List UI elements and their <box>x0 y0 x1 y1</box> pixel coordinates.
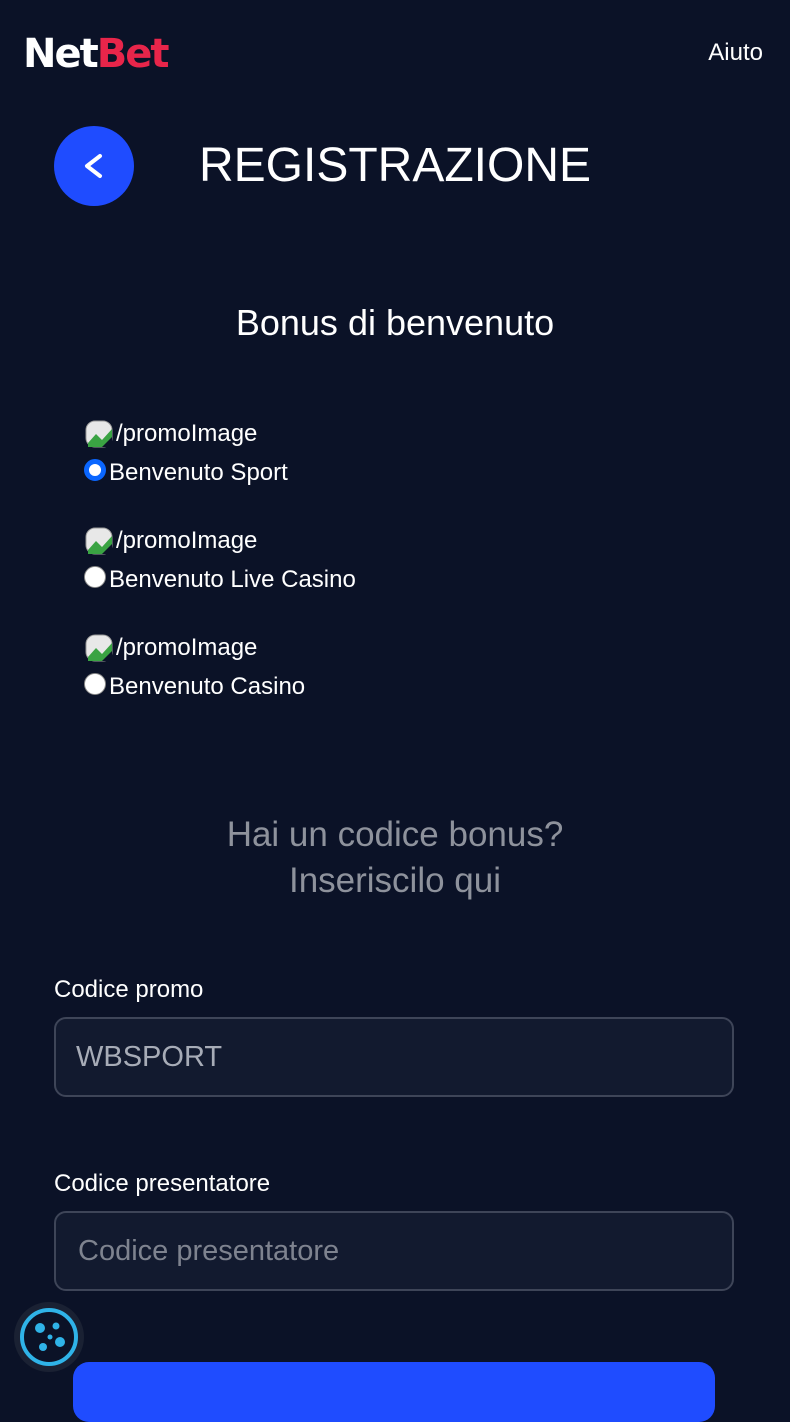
referrer-code-field[interactable] <box>54 1211 734 1291</box>
bonus-code-question: Hai un codice bonus? <box>226 815 564 854</box>
bonus-code-prompt: Hai un codice bonus? Inseriscilo qui <box>0 812 790 904</box>
promo-option-live-casino: /promoImage Benvenuto Live Casino <box>84 525 356 632</box>
radio-button-checked[interactable] <box>84 459 106 481</box>
page-title: REGISTRAZIONE <box>198 139 592 192</box>
logo-bet: Bet <box>96 31 170 77</box>
promo-image: /promoImage <box>84 525 356 557</box>
radio-benvenuto-sport[interactable]: Benvenuto Sport <box>84 459 356 486</box>
referrer-code-label: Codice presentatore <box>54 1170 271 1197</box>
radio-label: Benvenuto Sport <box>109 459 288 486</box>
promo-image-alt: /promoImage <box>116 420 258 447</box>
welcome-bonus-title: Bonus di benvenuto <box>235 302 555 343</box>
promo-image-alt: /promoImage <box>116 527 258 554</box>
broken-image-icon <box>85 634 113 662</box>
cookie-settings-button[interactable] <box>14 1302 84 1372</box>
netbet-logo[interactable]: NetBet <box>23 31 170 77</box>
cookie-icon <box>20 1308 78 1366</box>
promo-image-alt: /promoImage <box>116 634 258 661</box>
bonus-code-instruction: Inseriscilo qui <box>288 861 502 900</box>
promo-code-field[interactable]: WBSPORT <box>54 1017 734 1097</box>
referrer-code-input[interactable] <box>76 1233 712 1269</box>
promo-option-casino: /promoImage Benvenuto Casino <box>84 632 356 739</box>
continue-button[interactable] <box>73 1362 715 1422</box>
welcome-bonus-options: /promoImage Benvenuto Sport /promoImage … <box>84 418 356 739</box>
help-link[interactable]: Aiuto <box>708 39 763 67</box>
broken-image-icon <box>85 527 113 555</box>
promo-image: /promoImage <box>84 418 356 450</box>
promo-code-label: Codice promo <box>54 976 204 1003</box>
radio-benvenuto-live-casino[interactable]: Benvenuto Live Casino <box>84 566 356 593</box>
promo-option-sport: /promoImage Benvenuto Sport <box>84 418 356 525</box>
logo-net: Net <box>23 31 99 77</box>
radio-benvenuto-casino[interactable]: Benvenuto Casino <box>84 673 356 700</box>
broken-image-icon <box>85 420 113 448</box>
promo-image: /promoImage <box>84 632 356 664</box>
radio-label: Benvenuto Live Casino <box>109 566 356 593</box>
radio-button[interactable] <box>84 673 106 695</box>
promo-code-value: WBSPORT <box>76 1040 223 1073</box>
radio-button[interactable] <box>84 566 106 588</box>
radio-label: Benvenuto Casino <box>109 673 306 700</box>
